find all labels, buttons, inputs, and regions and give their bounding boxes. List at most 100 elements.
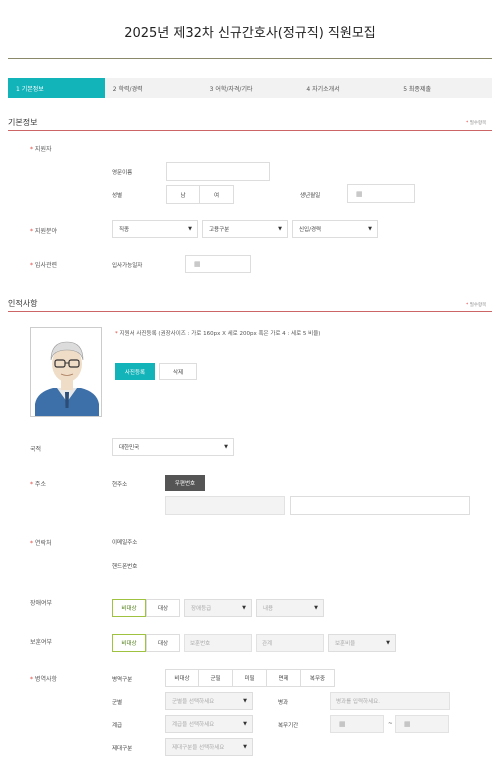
specialty-label: 병과 — [278, 700, 289, 706]
career-select-value: 신입/경력 — [299, 227, 322, 233]
step-tabs: 1 기본정보 2 학력/경력 3 어학/자격/기타 4 자기소개서 5 최종제출 — [8, 78, 492, 98]
calendar-icon: ▦ — [356, 189, 363, 198]
calendar-icon: ▦ — [339, 720, 346, 728]
address-label: * 주소 — [30, 479, 46, 488]
nationality-select[interactable]: 대한민국 ▼ — [112, 438, 234, 456]
gender-female-button[interactable]: 여 — [200, 185, 234, 204]
rank-label: 계급 — [112, 723, 123, 729]
join-date-input[interactable]: ▦ — [185, 255, 251, 273]
rank-select[interactable]: 계급을 선택하세요 ▼ — [165, 715, 253, 733]
join-date-label: 입사가능일자 — [112, 263, 143, 269]
branch-select[interactable]: 군별을 선택하세요 ▼ — [165, 692, 253, 710]
chevron-down-icon: ▼ — [224, 444, 228, 450]
disability-yes-button[interactable]: 대상 — [146, 599, 180, 617]
military-exempt-button[interactable]: 면제 — [267, 669, 301, 687]
tab-education-career[interactable]: 2 학력/경력 — [105, 78, 202, 98]
asterisk-icon: * — [30, 481, 33, 488]
chevron-down-icon: ▼ — [368, 226, 372, 232]
nationality-value: 대한민국 — [119, 445, 140, 451]
branch-placeholder: 군별을 선택하세요 — [172, 699, 215, 705]
join-label-text: 입사관련 — [34, 262, 58, 269]
veteran-label: 보훈여부 — [30, 639, 53, 646]
disability-toggle: 비대상 대상 — [112, 599, 180, 617]
military-none-button[interactable]: 비대상 — [165, 669, 199, 687]
asterisk-icon: * — [30, 262, 33, 269]
specialty-input[interactable]: 병과를 입력하세요. — [330, 692, 450, 710]
tab-self-introduction[interactable]: 4 자기소개서 — [298, 78, 395, 98]
profile-photo-avatar — [30, 327, 102, 417]
employment-select-value: 고용구분 — [209, 227, 230, 233]
calendar-icon: ▦ — [194, 260, 201, 268]
veteran-relation-placeholder: 관계 — [262, 641, 273, 647]
required-note: * 필수항목 — [466, 120, 486, 126]
applicant-label: * 지원자 — [30, 144, 51, 153]
asterisk-icon: * — [30, 540, 33, 547]
address-label-text: 주소 — [34, 481, 46, 488]
page-title: 2025년 제32차 신규간호사(정규직) 직원모집 — [124, 26, 376, 41]
required-note: * 필수항목 — [466, 302, 486, 308]
gender-toggle: 남 여 — [166, 185, 234, 204]
photo-note-text: 지원서 사진등록 (권장사이즈 : 가로 160px X 세로 200px 혹은… — [119, 331, 321, 337]
military-label: * 병역사항 — [30, 674, 57, 683]
tab-final-submit[interactable]: 5 최종제출 — [395, 78, 492, 98]
service-end-input[interactable]: ▦ — [395, 715, 449, 733]
nationality-label: 국적 — [30, 446, 42, 453]
tab-language-license[interactable]: 3 어학/자격/기타 — [202, 78, 299, 98]
discharge-label: 제대구분 — [112, 746, 133, 752]
photo-note: * 지원서 사진등록 (권장사이즈 : 가로 160px X 세로 200px … — [115, 329, 320, 337]
photo-register-button[interactable]: 사진등록 — [115, 363, 155, 380]
job-select[interactable]: 직종 ▼ — [112, 220, 198, 238]
veteran-relation-input[interactable]: 관계 — [256, 634, 324, 652]
disability-type-value: 내용 — [263, 606, 274, 612]
asterisk-icon: * — [115, 331, 118, 337]
calendar-icon: ▦ — [404, 720, 411, 728]
specialty-placeholder: 병과를 입력하세요. — [336, 699, 380, 705]
asterisk-icon: * — [466, 121, 469, 126]
military-type-toggle: 비대상 군필 미필 면제 복무중 — [165, 669, 335, 687]
military-serving-button[interactable]: 복무중 — [301, 669, 335, 687]
asterisk-icon: * — [466, 303, 469, 308]
section-divider — [8, 130, 492, 131]
veteran-ratio-select[interactable]: 보훈비율 ▼ — [328, 634, 396, 652]
asterisk-icon: * — [30, 146, 33, 153]
contact-label-text: 연락처 — [34, 540, 52, 547]
english-name-input[interactable] — [166, 162, 270, 181]
rank-placeholder: 계급을 선택하세요 — [172, 722, 215, 728]
contact-label: * 연락처 — [30, 538, 51, 547]
applicant-label-text: 지원자 — [34, 146, 52, 153]
chevron-down-icon: ▼ — [242, 605, 246, 611]
disability-grade-select[interactable]: 장애등급 ▼ — [184, 599, 252, 617]
service-period-label: 복무기간 — [278, 723, 299, 729]
photo-delete-button[interactable]: 삭제 — [159, 363, 197, 380]
chevron-down-icon: ▼ — [243, 698, 247, 704]
disability-label: 장애여부 — [30, 600, 53, 607]
veteran-yes-button[interactable]: 대상 — [146, 634, 180, 652]
section-title-personal: 인적사항 — [8, 299, 38, 308]
postcode-button[interactable]: 우편번호 — [165, 475, 205, 491]
branch-label: 군별 — [112, 700, 123, 706]
required-note-text: 필수항목 — [469, 303, 487, 308]
chevron-down-icon: ▼ — [188, 226, 192, 232]
chevron-down-icon: ▼ — [386, 640, 390, 646]
address-line1-input[interactable] — [165, 496, 285, 515]
chevron-down-icon: ▼ — [243, 721, 247, 727]
disability-no-button[interactable]: 비대상 — [112, 599, 146, 617]
tab-basic-info[interactable]: 1 기본정보 — [8, 78, 105, 98]
title-divider — [8, 58, 492, 59]
gender-male-button[interactable]: 남 — [166, 185, 200, 204]
field-label: * 지원분야 — [30, 226, 57, 235]
career-select[interactable]: 신입/경력 ▼ — [292, 220, 378, 238]
service-start-input[interactable]: ▦ — [330, 715, 384, 733]
military-unserved-button[interactable]: 미필 — [233, 669, 267, 687]
veteran-ratio-value: 보훈비율 — [335, 641, 356, 647]
disability-type-select[interactable]: 내용 ▼ — [256, 599, 324, 617]
employment-select[interactable]: 고용구분 ▼ — [202, 220, 288, 238]
discharge-select[interactable]: 제대구분을 선택하세요 ▼ — [165, 738, 253, 756]
birth-date-input[interactable]: ▦ — [347, 184, 415, 203]
field-label-text: 지원분야 — [34, 228, 58, 235]
military-served-button[interactable]: 군필 — [199, 669, 233, 687]
veteran-no-button[interactable]: 비대상 — [112, 634, 146, 652]
veteran-number-input[interactable]: 보훈번호 — [184, 634, 252, 652]
address-line2-input[interactable] — [290, 496, 470, 515]
required-note-text: 필수항목 — [469, 121, 487, 126]
